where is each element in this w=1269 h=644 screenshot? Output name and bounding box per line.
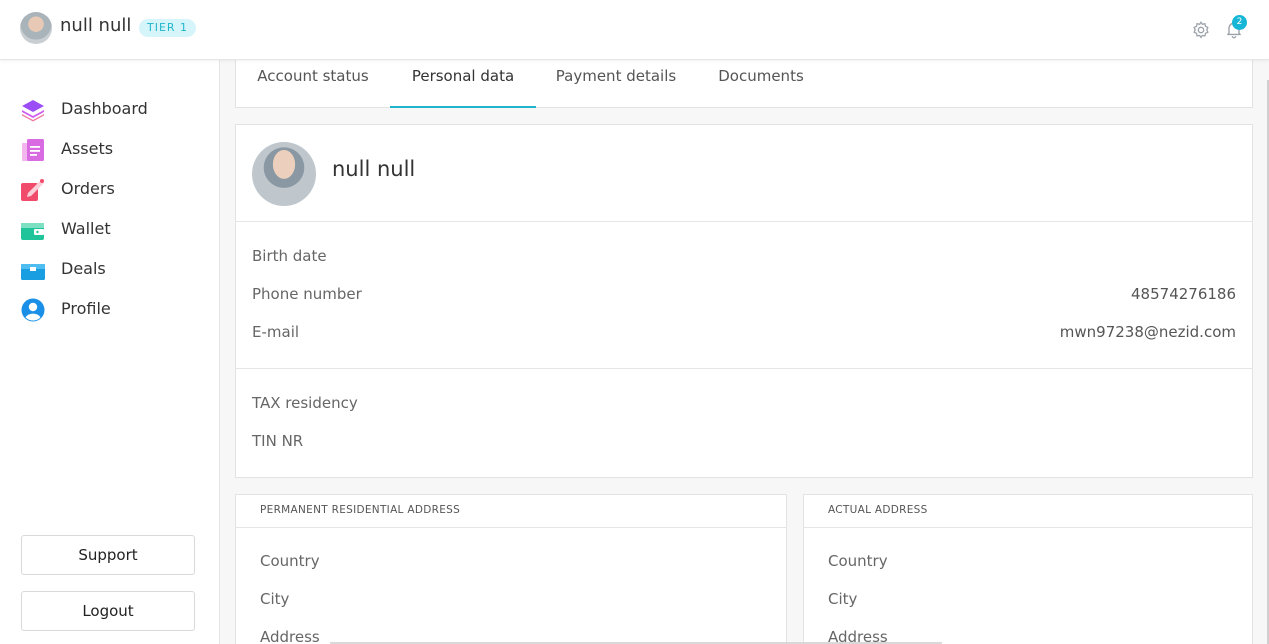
actual-city-label: City — [828, 590, 858, 608]
sidebar-item-profile[interactable]: Profile — [20, 296, 200, 324]
tab-documents[interactable]: Documents — [701, 57, 821, 108]
actual-address-card: ACTUAL ADDRESS Country City Address — [803, 494, 1253, 644]
permanent-address-label: Address — [260, 628, 320, 644]
permanent-country-label: Country — [260, 552, 320, 570]
sidebar: Dashboard Assets Orders Wallet Deals Pro… — [0, 60, 220, 644]
permanent-city-label: City — [260, 590, 290, 608]
user-icon — [21, 298, 45, 322]
sidebar-item-label: Dashboard — [61, 99, 148, 118]
tax-residency-label: TAX residency — [252, 394, 358, 412]
divider — [804, 527, 1252, 528]
divider — [236, 368, 1252, 369]
actual-address-title: ACTUAL ADDRESS — [828, 504, 928, 516]
tab-personal-data[interactable]: Personal data — [390, 57, 536, 108]
document-icon — [22, 139, 44, 161]
sidebar-item-dashboard[interactable]: Dashboard — [20, 96, 200, 124]
tab-account-status[interactable]: Account status — [246, 57, 380, 108]
actual-country-label: Country — [828, 552, 888, 570]
pen-icon — [21, 179, 44, 201]
tier-badge: TIER 1 — [139, 19, 197, 37]
email-label: E-mail — [252, 323, 300, 341]
permanent-address-title: PERMANENT RESIDENTIAL ADDRESS — [260, 504, 461, 516]
sidebar-item-label: Profile — [61, 299, 111, 318]
profile-photo — [252, 142, 316, 206]
layers-icon — [22, 100, 44, 122]
notification-count-badge: 2 — [1232, 15, 1247, 30]
sidebar-item-assets[interactable]: Assets — [20, 136, 200, 164]
sidebar-item-label: Deals — [61, 259, 106, 278]
sidebar-item-label: Orders — [61, 179, 115, 198]
profile-name: null null — [332, 157, 416, 181]
avatar[interactable] — [20, 12, 52, 44]
sidebar-item-orders[interactable]: Orders — [20, 176, 200, 204]
divider — [236, 527, 786, 528]
briefcase-icon — [21, 264, 45, 280]
top-header: null null TIER 1 2 — [0, 0, 1269, 60]
sidebar-item-label: Wallet — [61, 219, 111, 238]
tab-payment-details[interactable]: Payment details — [546, 57, 686, 108]
sidebar-item-wallet[interactable]: Wallet — [20, 216, 200, 244]
wallet-icon — [21, 223, 44, 240]
logout-button[interactable]: Logout — [21, 591, 195, 631]
support-button[interactable]: Support — [21, 535, 195, 575]
user-name[interactable]: null null — [60, 15, 131, 36]
permanent-address-card: PERMANENT RESIDENTIAL ADDRESS Country Ci… — [235, 494, 787, 644]
phone-value: 48574276186 — [1131, 285, 1236, 303]
divider — [236, 221, 1252, 222]
tabs-bar: Account status Personal data Payment det… — [235, 56, 1253, 108]
email-value: mwn97238@nezid.com — [1059, 323, 1236, 341]
birth-date-label: Birth date — [252, 247, 327, 265]
gear-icon[interactable] — [1191, 20, 1211, 40]
sidebar-item-deals[interactable]: Deals — [20, 256, 200, 284]
personal-data-card: null null Birth date Phone number 485742… — [235, 124, 1253, 478]
tin-label: TIN NR — [252, 432, 304, 450]
sidebar-item-label: Assets — [61, 139, 114, 158]
phone-label: Phone number — [252, 285, 362, 303]
